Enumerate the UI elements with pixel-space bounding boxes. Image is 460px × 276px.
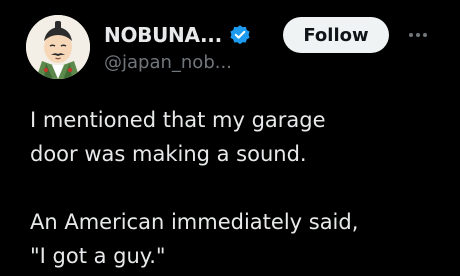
follow-button[interactable]: Follow — [283, 17, 389, 53]
tweet-body-text: I mentioned that my garage door was maki… — [30, 108, 359, 268]
author-name-row[interactable]: NOBUNA... — [104, 20, 251, 50]
tweet-card: NOBUNA... @japan_nob... Follow I mention… — [0, 0, 460, 276]
author-handle[interactable]: @japan_nob... — [104, 52, 232, 73]
more-options-icon[interactable] — [402, 26, 434, 44]
avatar[interactable] — [26, 15, 90, 79]
avatar-illustration-icon — [26, 15, 90, 79]
author-display-name[interactable]: NOBUNA... — [104, 23, 222, 47]
verified-badge-icon — [229, 24, 251, 46]
